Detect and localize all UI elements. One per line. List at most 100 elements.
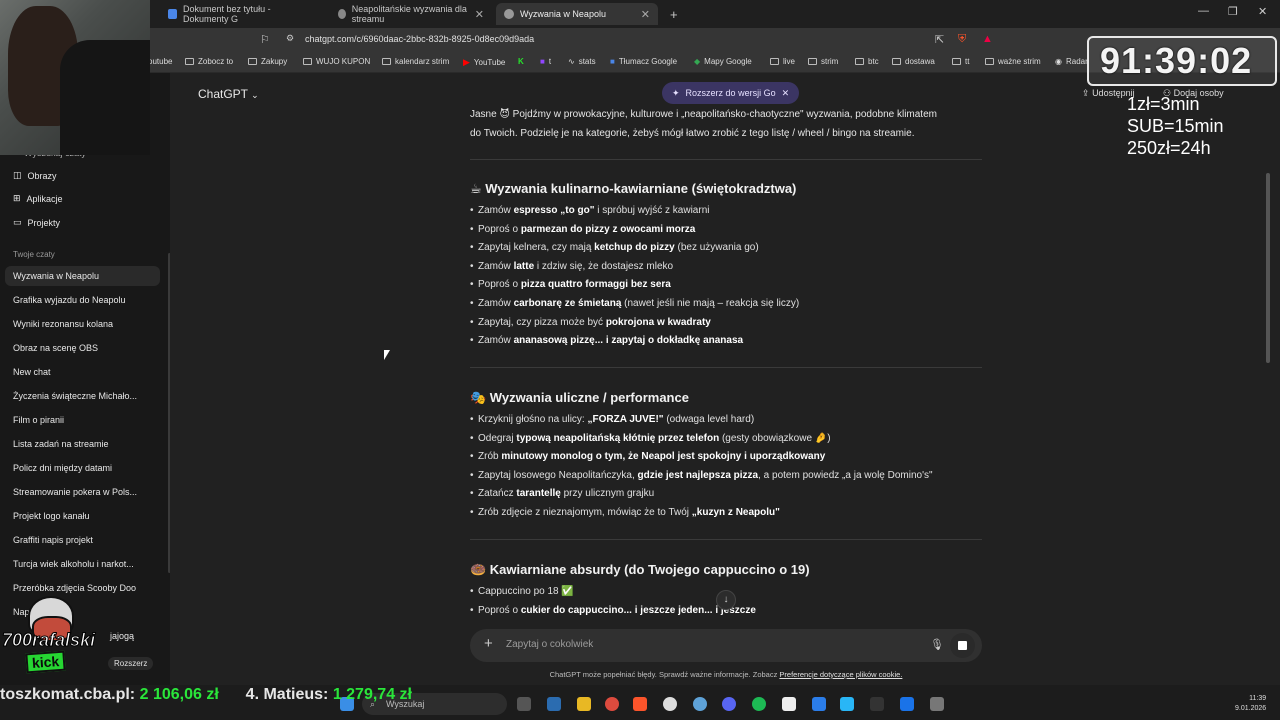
bookmark-item[interactable]: ▶ YouTube [463,57,505,68]
rate-line: 250zł=24h [1127,138,1211,158]
chat-item[interactable]: Życzenia świąteczne Michało... [13,391,137,401]
sidebar-item-projects[interactable]: ▭ Projekty [13,217,60,228]
list-item: Zapytaj losowego Neapolitańczyka, gdzie … [470,467,933,485]
streamer-body [60,40,150,155]
share-page-icon[interactable]: ⇱ [935,33,944,46]
app-icon[interactable] [870,697,884,711]
sidebar-item-images[interactable]: ◫ Obrazy [13,170,57,181]
close-tab-icon[interactable]: ✕ [641,8,650,21]
close-icon[interactable]: ✕ [782,88,790,99]
chat-item[interactable]: Wyniki rezonansu kolana [13,319,113,329]
bookmark-item[interactable]: ■ Tłumacz Google [610,57,677,66]
bookmark-icon[interactable]: ⚐ [260,33,270,46]
cookie-preferences-link[interactable]: Preferencje dotyczące plików cookie. [779,670,902,679]
minimize-icon[interactable]: — [1198,5,1209,17]
bookmark-item[interactable]: ◆ Mapy Google [694,57,752,66]
bookmark-item[interactable]: dostawa [892,57,935,66]
new-tab-button[interactable]: + [662,3,686,25]
bookmark-item[interactable]: Zakupy [248,57,287,66]
chat-item[interactable]: Film o piranii [13,415,64,425]
microphone-icon[interactable]: 🎙 [930,638,944,651]
app-icon[interactable] [782,697,796,711]
bookmark-item[interactable]: ■ t [540,57,551,66]
chat-item[interactable]: Graffiti napis projekt [13,535,93,545]
sidebar-item-label: Obrazy [27,170,57,181]
chat-item[interactable]: Turcja wiek alkoholu i narkot... [13,559,134,569]
list-item-text: Zamów [478,205,514,216]
chrome-icon[interactable] [605,697,619,711]
bookmark-item[interactable]: K [518,57,524,66]
list-item-text: Poproś o [478,604,521,616]
chat-item[interactable]: Lista zadań na streamie [13,439,109,449]
bookmark-item[interactable]: strim [808,57,838,66]
tab-neapol-challenges[interactable]: Neapolitańskie wyzwania dla streamu ✕ [330,3,492,25]
bookmark-item[interactable]: outube [148,57,172,66]
chevron-down-icon: ⌄ [251,90,259,100]
sidebar-item-apps[interactable]: ⊞ Aplikacje [13,193,63,204]
bookmark-label: dostawa [905,57,935,66]
app-icon[interactable] [840,697,854,711]
list-item: Zapytaj, czy pizza może być pokrojona w … [470,314,711,332]
chat-label: Policz dni między datami [13,463,113,473]
upgrade-go-button[interactable]: ✦ Rozszerz do wersji Go ✕ [662,82,800,104]
chatgpt-icon [504,9,514,19]
bookmark-item[interactable]: btc [855,57,879,66]
chat-item[interactable]: Projekt logo kanału [13,511,90,521]
app-icon[interactable] [812,697,826,711]
close-window-icon[interactable]: ✕ [1258,5,1267,18]
bookmark-item[interactable]: tt [952,57,969,66]
chat-item[interactable]: Streamowanie pokera w Pols... [13,487,137,497]
chat-item-active[interactable]: Wyzwania w Neapolu [5,266,160,286]
app-icon[interactable] [547,697,561,711]
app-icon[interactable] [693,697,707,711]
bookmark-item[interactable]: live [770,57,795,66]
model-label: ChatGPT [198,87,248,101]
site-info-icon[interactable]: ⚙ [286,33,294,44]
discord-icon[interactable] [722,697,736,711]
bookmark-item[interactable]: kalendarz strim [382,57,449,66]
bookmark-label: tt [965,57,970,66]
app-icon[interactable] [930,697,944,711]
plus-icon[interactable]: + [484,635,493,652]
url-field[interactable]: chatgpt.com/c/6960daac-2bbc-832b-8925-0d… [305,34,534,44]
list-item-text: , a potem powiedz „a ja wolę Domino's" [758,469,933,481]
tab-google-docs[interactable]: Dokument bez tytułu - Dokumenty G [160,3,322,25]
list-item-bold: parmezan do pizzy z owocami morza [520,223,696,235]
spotify-icon[interactable] [752,697,766,711]
app-icon[interactable] [900,697,914,711]
bookmark-item[interactable]: Zobocz to [185,57,233,66]
prompt-input[interactable]: Zapytaj o cokolwiek [506,639,593,650]
chat-item[interactable]: Obraz na scenę OBS [13,343,98,353]
list-item: Zamów latte i zdziw się, że dostajesz ml… [470,258,674,276]
folder-icon: ▭ [13,217,22,227]
bookmark-item[interactable]: WUJO KUPON [303,57,370,66]
clock[interactable]: 11:39 9.01.2026 [1235,694,1266,714]
maximize-icon[interactable]: ❐ [1228,5,1238,18]
chat-item[interactable]: Grafika wyjazdu do Neapolu [13,295,126,305]
stop-button[interactable] [950,633,975,658]
main-scrollbar[interactable] [1266,173,1270,363]
bookmark-item[interactable]: ◉ Radar [1055,57,1088,66]
chat-item[interactable]: jajogą [110,631,134,641]
sidebar-upgrade-button[interactable]: Rozszerz [108,657,154,670]
model-selector[interactable]: ChatGPT ⌄ [198,87,259,101]
file-explorer-icon[interactable] [577,697,591,711]
divider [470,367,982,368]
brave-shield-icon[interactable]: ⛨ [958,33,966,46]
brave-rewards-icon[interactable]: ▲ [982,33,993,45]
bookmark-item[interactable]: ważne strim [985,57,1041,66]
disclaimer-text: ChatGPT może popełniać błędy. Sprawdź wa… [549,670,780,679]
close-tab-icon[interactable]: ✕ [475,8,484,21]
task-view-icon[interactable] [517,697,531,711]
tab-wyzwania-w-neapolu[interactable]: Wyzwania w Neapolu ✕ [496,3,658,25]
intro-line: Jasne 😈 Pojdźmy w prowokacyjne, kulturow… [470,109,937,120]
scroll-down-button[interactable]: ↓ [716,590,736,610]
folder-icon [770,58,779,65]
brave-icon[interactable] [633,697,647,711]
obs-icon[interactable] [663,697,677,711]
chat-item[interactable]: New chat [13,367,51,377]
list-item-text: i zdziw się, że dostajesz mleko [534,260,674,272]
folder-icon [985,58,994,65]
chat-item[interactable]: Policz dni między datami [13,463,112,473]
bookmark-item[interactable]: ∿ stats [568,57,596,66]
